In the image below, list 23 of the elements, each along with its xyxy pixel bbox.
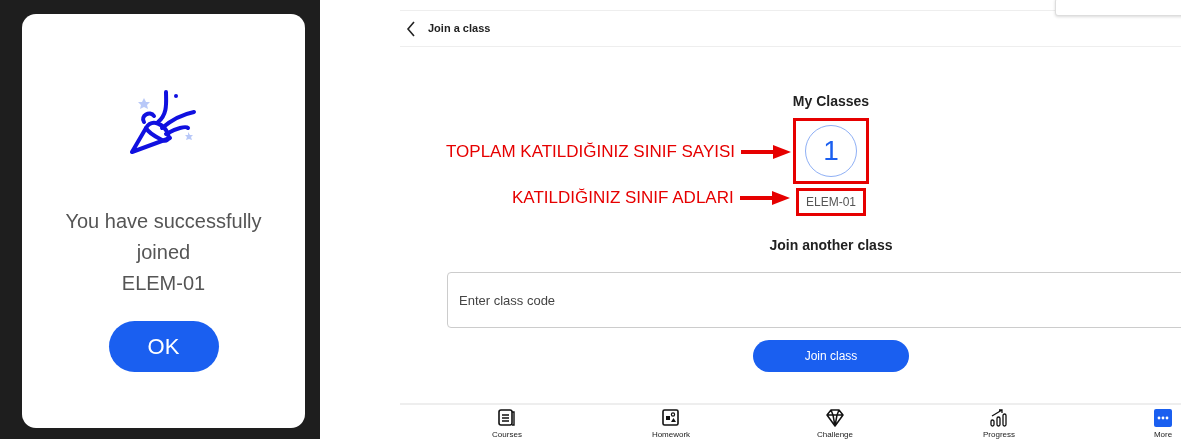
section-title: My Classes	[791, 92, 871, 111]
more-icon	[1153, 408, 1173, 428]
page-title: Join a class	[428, 21, 491, 37]
class-code-field[interactable]: Enter class code	[447, 272, 1181, 328]
nav-tab[interactable]: More	[1081, 408, 1181, 439]
arrow-icon	[739, 189, 790, 206]
nav-tab[interactable]: Challenge	[753, 408, 917, 439]
bar-chart-icon	[989, 408, 1009, 428]
section-title: Join another class	[768, 236, 894, 255]
document-icon	[497, 408, 517, 428]
arrow-icon	[741, 143, 792, 160]
dialog-message: You have successfully joined ELEM-01	[65, 209, 262, 296]
annotation-label: TOPLAM KATILDIĞINIZ SINIF SAYISI	[446, 141, 736, 163]
ok-button[interactable]: OK	[108, 321, 219, 372]
nav-tab[interactable]: Progress	[917, 408, 1081, 439]
nav-tab[interactable]: Courses	[425, 408, 589, 439]
annotation-label: KATILDIĞINIZ SINIF ADLARI	[512, 187, 734, 209]
picture-frame-icon	[661, 408, 681, 428]
class-name: ELEM-01	[805, 194, 857, 211]
nav-tab[interactable]: Homework	[589, 408, 753, 439]
back-icon	[406, 20, 416, 37]
join-class-button[interactable]: Join class	[753, 340, 909, 372]
diamond-icon	[825, 408, 845, 428]
